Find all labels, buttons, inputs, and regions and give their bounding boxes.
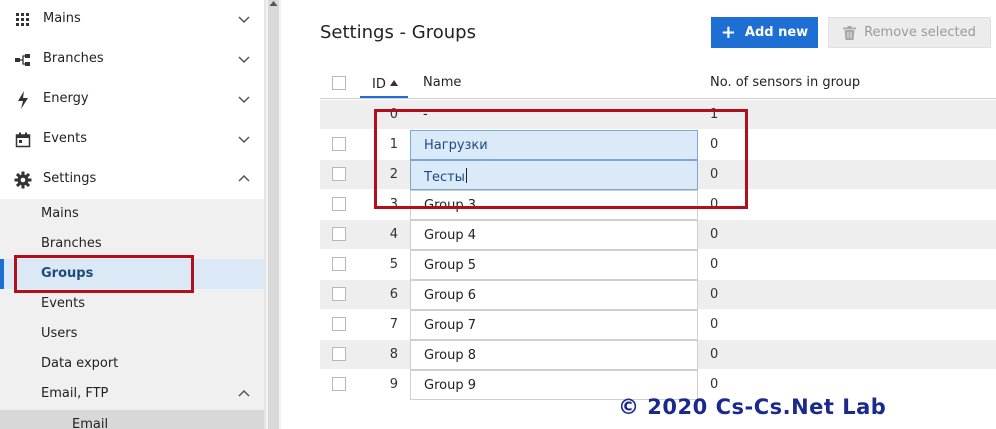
column-id-label: ID	[372, 77, 386, 92]
row-id: 8	[389, 347, 398, 362]
group-name-value: Group 8	[424, 348, 476, 363]
group-name-value: Group 7	[424, 318, 476, 333]
highlight-box-rows	[374, 109, 748, 209]
sidebar-item-mains[interactable]: Mains	[0, 0, 264, 40]
submenu-item-mains[interactable]: Mains	[0, 199, 264, 229]
group-name-value: Group 6	[424, 288, 476, 303]
chevron-down-icon	[237, 12, 251, 26]
sidebar-item-energy[interactable]: Energy	[0, 80, 264, 120]
group-name-input[interactable]: Group 4	[410, 220, 698, 250]
group-name-value: Group 5	[424, 258, 476, 273]
add-new-button[interactable]: + Add new	[711, 17, 818, 48]
row-count: 0	[710, 287, 719, 302]
chevron-down-icon	[237, 52, 251, 66]
row-count: 0	[710, 257, 719, 272]
column-header-name[interactable]: Name	[423, 75, 461, 90]
row-checkbox[interactable]	[332, 137, 346, 151]
sidebar-scrollbar[interactable]	[265, 0, 281, 429]
submenu-item-events[interactable]: Events	[0, 289, 264, 319]
branches-icon	[14, 51, 32, 69]
main-content: Settings - Groups + Add new Remove selec…	[281, 0, 996, 429]
row-checkbox[interactable]	[332, 257, 346, 271]
row-id: 7	[389, 317, 398, 332]
scroll-up-icon[interactable]	[268, 0, 279, 14]
row-count: 0	[710, 317, 719, 332]
row-checkbox[interactable]	[332, 287, 346, 301]
calendar-icon	[14, 131, 32, 149]
watermark: © 2020 Cs-Cs.Net Lab	[618, 395, 887, 419]
gear-icon	[14, 171, 32, 189]
sidebar-item-branches[interactable]: Branches	[0, 40, 264, 80]
row-count: 0	[710, 377, 719, 392]
row-id: 9	[389, 377, 398, 392]
row-count: 0	[710, 227, 719, 242]
table-row[interactable]: 7 Group 7 0	[320, 310, 996, 340]
add-new-label: Add new	[744, 25, 809, 40]
table-row[interactable]: 4 Group 4 0	[320, 220, 996, 250]
chevron-up-icon	[237, 387, 251, 405]
sidebar-item-label: Settings	[43, 171, 97, 186]
table-header: ID Name No. of sensors in group	[320, 67, 996, 99]
column-header-id[interactable]: ID	[372, 75, 398, 92]
table-row[interactable]: 6 Group 6 0	[320, 280, 996, 310]
row-checkbox[interactable]	[332, 197, 346, 211]
row-checkbox[interactable]	[332, 347, 346, 361]
sidebar-item-label: Energy	[43, 91, 89, 106]
row-checkbox[interactable]	[332, 227, 346, 241]
submenu-item-data-export[interactable]: Data export	[0, 349, 264, 379]
group-name-input[interactable]: Group 5	[410, 250, 698, 280]
submenu-item-label: Users	[41, 326, 78, 341]
trash-icon	[843, 25, 857, 40]
group-name-input[interactable]: Group 8	[410, 340, 698, 370]
row-count: 0	[710, 347, 719, 362]
table-row[interactable]: 5 Group 5 0	[320, 250, 996, 280]
group-name-input[interactable]: Group 6	[410, 280, 698, 310]
remove-selected-label: Remove selected	[864, 25, 976, 40]
row-id: 5	[389, 257, 398, 272]
table-row[interactable]: 8 Group 8 0	[320, 340, 996, 370]
settings-submenu: Mains Branches Groups Events Users Data …	[0, 199, 264, 429]
remove-selected-button[interactable]: Remove selected	[828, 17, 991, 48]
submenu-item-label: Data export	[41, 356, 119, 371]
chevron-up-icon	[237, 172, 251, 186]
submenu-item-email-ftp[interactable]: Email, FTP	[0, 379, 264, 409]
submenu-item-label: Events	[41, 296, 86, 311]
sidebar-item-events[interactable]: Events	[0, 120, 264, 160]
group-name-value: Group 4	[424, 228, 476, 243]
lightning-icon	[14, 91, 32, 109]
group-name-input[interactable]: Group 7	[410, 310, 698, 340]
submenu-item-label: Email, FTP	[41, 386, 109, 401]
plus-icon: +	[720, 21, 736, 43]
submenu-item-email[interactable]: Email	[0, 410, 264, 429]
active-indicator	[0, 259, 4, 289]
row-id: 6	[389, 287, 398, 302]
select-all-checkbox[interactable]	[332, 76, 346, 90]
sidebar-item-label: Events	[43, 131, 88, 146]
sidebar-item-label: Mains	[43, 11, 81, 26]
submenu-item-label: Mains	[41, 206, 79, 221]
row-id: 4	[389, 227, 398, 242]
group-name-value: Group 9	[424, 378, 476, 393]
grid-icon	[14, 11, 32, 29]
highlight-box-groups	[14, 255, 194, 293]
column-header-count[interactable]: No. of sensors in group	[710, 75, 860, 90]
sidebar: Mains Branches Energy Events Settings Ma…	[0, 0, 265, 429]
sidebar-item-label: Branches	[43, 51, 104, 66]
row-checkbox[interactable]	[332, 317, 346, 331]
row-checkbox[interactable]	[332, 377, 346, 391]
chevron-down-icon	[237, 132, 251, 146]
scrollbar-thumb[interactable]	[268, 0, 279, 429]
page-title: Settings - Groups	[320, 22, 476, 43]
sort-asc-icon	[389, 75, 398, 90]
submenu-item-label: Email	[72, 417, 109, 429]
submenu-item-users[interactable]: Users	[0, 319, 264, 349]
sidebar-item-settings[interactable]: Settings	[0, 160, 264, 200]
sort-indicator	[360, 96, 408, 98]
row-checkbox[interactable]	[332, 167, 346, 181]
chevron-down-icon	[237, 92, 251, 106]
submenu-item-label: Branches	[41, 236, 102, 251]
